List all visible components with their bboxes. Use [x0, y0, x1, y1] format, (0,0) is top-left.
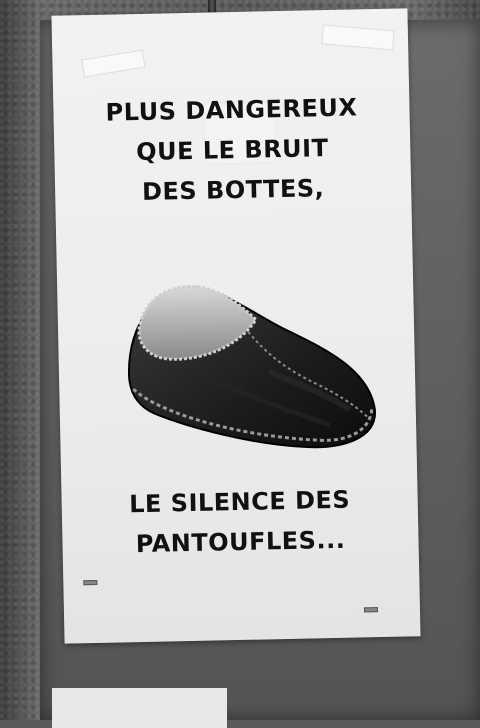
lower-paper-scrap [52, 688, 227, 728]
headline-line-1: PLUS DANGEREUX [105, 93, 358, 127]
headline-line-3: DES BOTTES, [141, 174, 325, 206]
poster: PLUS DANGEREUX QUE LE BRUIT DES BOTTES, [51, 8, 421, 644]
poster-footline: LE SILENCE DES PANTOUFLES... [61, 478, 419, 565]
tape-top-right [321, 24, 395, 51]
staple-bottom-right [363, 607, 379, 613]
poster-headline: PLUS DANGEREUX QUE LE BRUIT DES BOTTES, [53, 86, 411, 213]
staple-bottom-left [83, 579, 98, 586]
tape-top-left [81, 49, 146, 78]
slipper-icon [117, 259, 381, 464]
footline-line-2: PANTOUFLES... [135, 525, 346, 559]
